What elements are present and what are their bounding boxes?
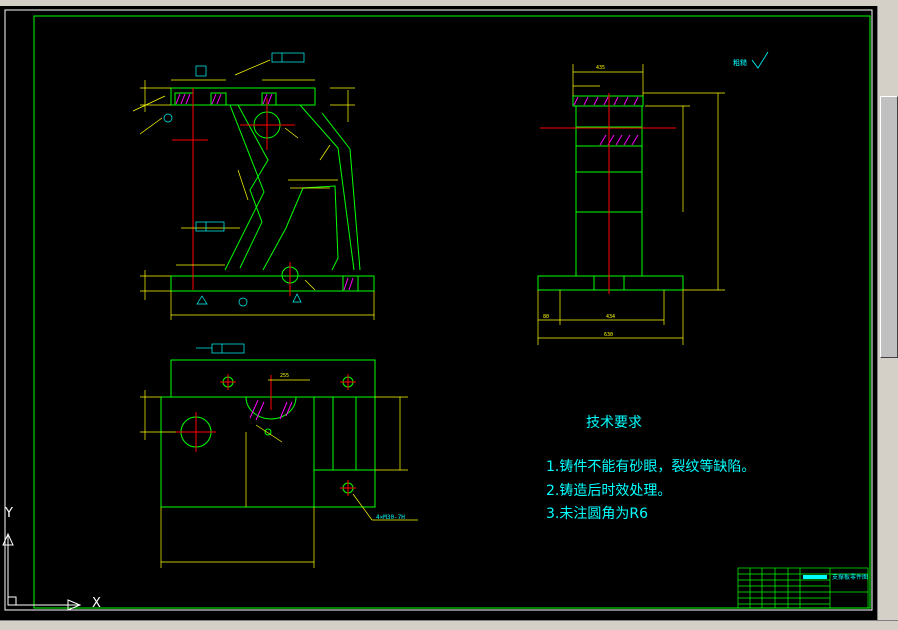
vertical-scrollbar[interactable] bbox=[877, 6, 898, 620]
tech-requirements-title: 技术要求 bbox=[586, 415, 642, 431]
front-view-dimensions bbox=[132, 59, 375, 320]
top-view-centerlines bbox=[176, 374, 356, 496]
vertical-scrollbar-thumb[interactable] bbox=[880, 96, 898, 358]
drawing-canvas[interactable] bbox=[0, 0, 898, 629]
tech-requirement-2: 2.铸造后时效处理。 bbox=[546, 483, 672, 499]
title-block-name: 支撑板零件图 bbox=[832, 574, 869, 581]
top-view-dimensions bbox=[140, 379, 418, 568]
ucs-x-label: X bbox=[92, 596, 101, 611]
side-view-centerlines bbox=[540, 93, 676, 294]
drawing-frame bbox=[4, 9, 873, 611]
tech-requirement-1: 1.铸件不能有砂眼，裂纹等缺陷。 bbox=[546, 459, 756, 475]
front-view bbox=[170, 87, 375, 292]
hole-note: 4×M30-7H bbox=[376, 514, 405, 521]
side-view-hatch bbox=[573, 96, 639, 146]
dimension-630: 630 bbox=[604, 332, 614, 338]
gdt-frames-top bbox=[196, 343, 245, 354]
tech-requirement-3: 3.未注圆角为R6 bbox=[546, 506, 648, 522]
dimension-255: 255 bbox=[280, 373, 290, 379]
dimension-80: 80 bbox=[543, 314, 550, 320]
side-view bbox=[537, 95, 684, 291]
roughness-symbol bbox=[751, 51, 769, 69]
ucs-icon bbox=[2, 532, 82, 611]
dimension-434: 434 bbox=[606, 314, 616, 320]
gdt-frames-front bbox=[163, 52, 305, 307]
roughness-note: 粗糙 bbox=[733, 59, 747, 67]
ucs-y-label: Y bbox=[5, 506, 13, 521]
dimension-435: 435 bbox=[596, 65, 606, 71]
